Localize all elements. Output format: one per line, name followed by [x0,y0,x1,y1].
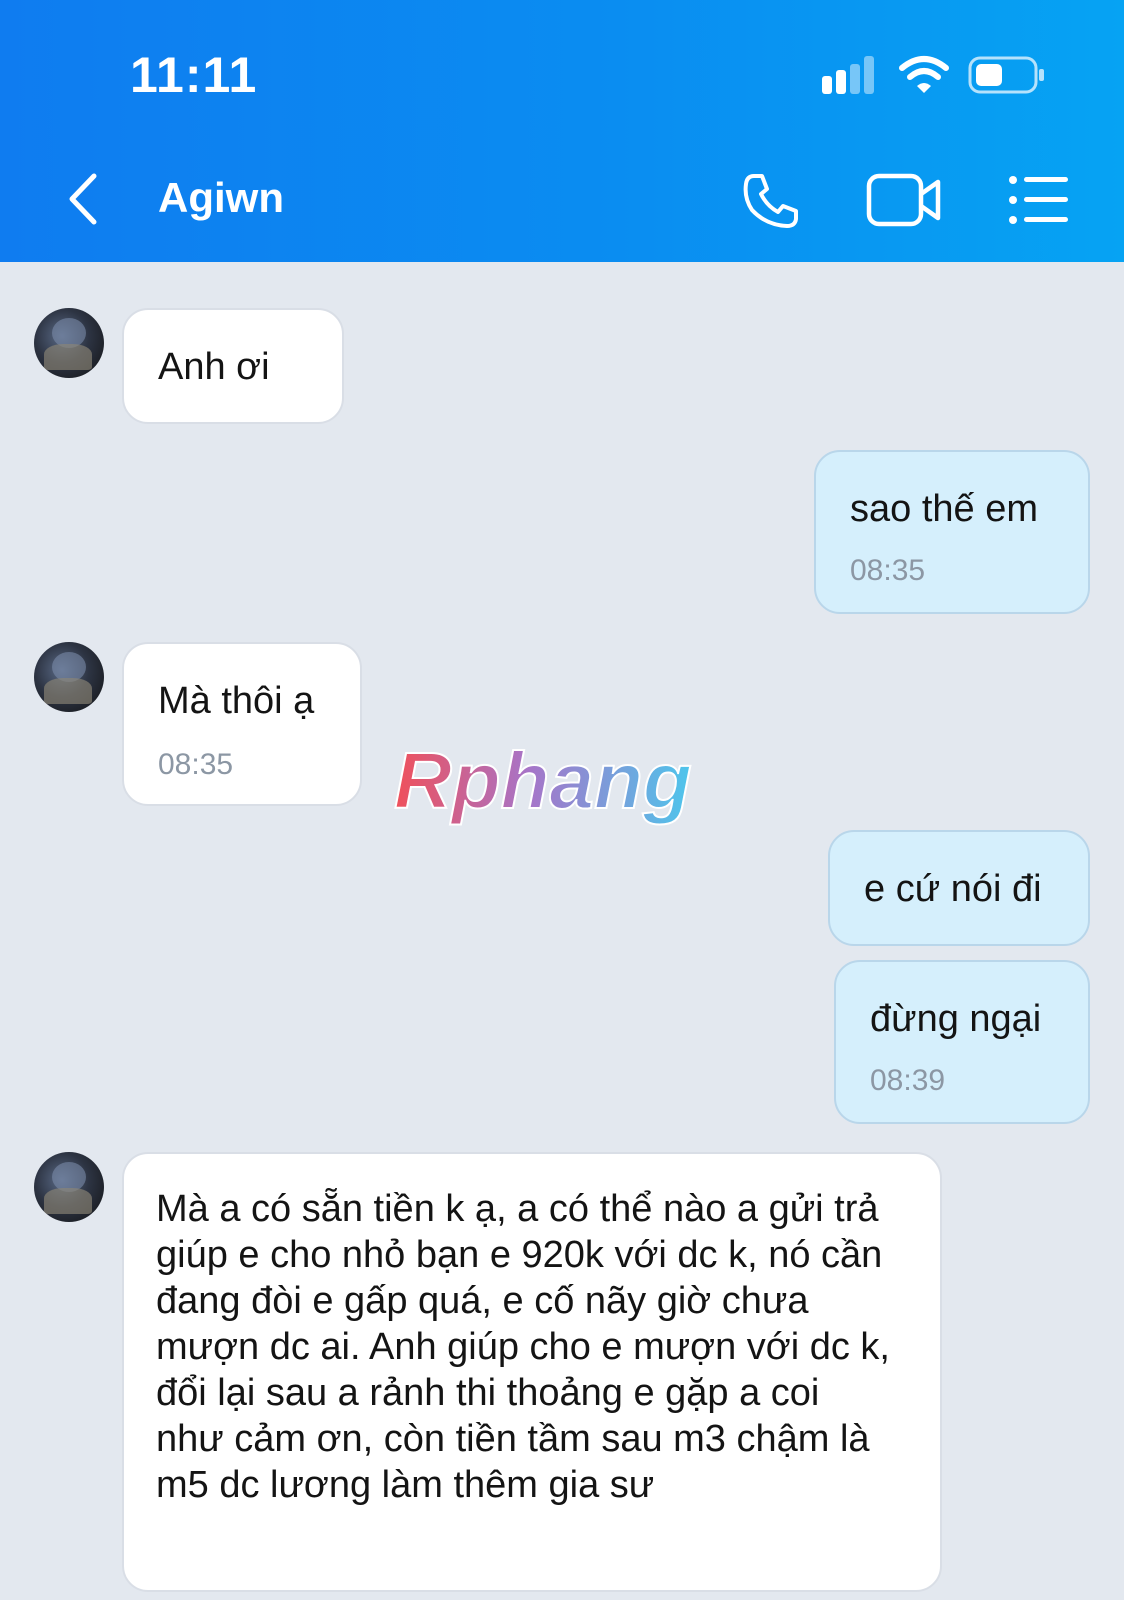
status-time: 11:11 [130,47,258,103]
message-text: đừng ngại [870,998,1042,1040]
battery-icon [968,56,1044,94]
contact-name[interactable]: Agiwn [158,174,284,222]
message-time: 08:39 [870,1064,946,1097]
video-call-icon[interactable] [866,170,942,230]
message-time: 08:35 [158,748,234,781]
menu-list-icon[interactable] [1008,174,1070,226]
message-time: 08:35 [850,554,926,587]
contact-avatar[interactable] [34,308,104,378]
outgoing-message-bubble[interactable]: e cứ nói đi [828,830,1090,946]
message-text: e cứ nói đi [864,868,1042,910]
outgoing-message-bubble[interactable]: sao thế em 08:35 [814,450,1090,614]
contact-avatar[interactable] [34,642,104,712]
back-icon[interactable] [64,172,104,226]
cellular-signal-icon [822,56,874,94]
phone-icon[interactable] [740,170,802,232]
outgoing-message-bubble[interactable]: đừng ngại 08:39 [834,960,1090,1124]
chat-header: 11:11 Agiwn [0,0,1124,262]
incoming-message-bubble[interactable]: Mà a có sẵn tiền k ạ, a có thể nào a gửi… [122,1152,942,1592]
watermark-logo: Rphang [393,736,693,826]
incoming-message-bubble[interactable]: Mà thôi ạ 08:35 [122,642,362,806]
message-text: sao thế em [850,488,1038,530]
watermark-text: Rphang [394,736,692,825]
incoming-message-bubble[interactable]: Anh ơi [122,308,344,424]
message-text: Mà thôi ạ [158,680,315,722]
wifi-icon [899,56,949,93]
message-text: Mà a có sẵn tiền k ạ, a có thể nào a gửi… [156,1188,890,1506]
message-text: Anh ơi [158,346,270,388]
contact-avatar[interactable] [34,1152,104,1222]
